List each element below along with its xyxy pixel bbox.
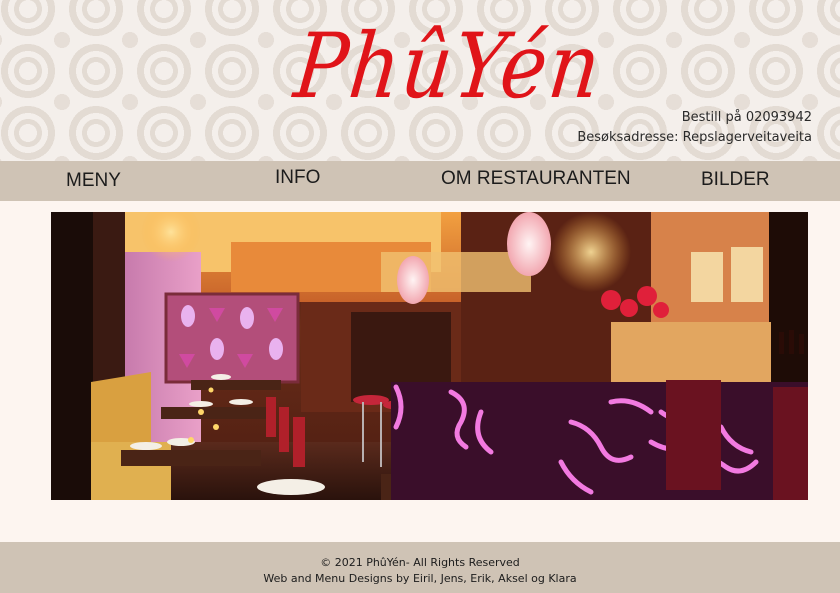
phone-line: Bestill på 02093942 xyxy=(681,110,812,125)
address-line: Besøksadresse: Repslagerveitaveita xyxy=(577,130,812,145)
nav-item-info[interactable]: INFO xyxy=(275,167,320,189)
site-header: PhûYén Bestill på 02093942 Besøksadresse… xyxy=(0,0,840,161)
main-nav: MENY INFO OM RESTAURANTEN BILDER xyxy=(0,161,840,201)
site-logo[interactable]: PhûYén xyxy=(290,15,607,119)
contact-info: Bestill på 02093942 Besøksadresse: Repsl… xyxy=(577,108,812,148)
copyright-text: © 2021 PhûYén- All Rights Reserved xyxy=(320,556,520,569)
nav-item-om-restauranten[interactable]: OM RESTAURANTEN xyxy=(441,168,631,190)
site-footer: © 2021 PhûYén- All Rights Reserved Web a… xyxy=(0,542,840,593)
nav-item-meny[interactable]: MENY xyxy=(66,170,121,192)
nav-item-bilder[interactable]: BILDER xyxy=(701,169,770,191)
restaurant-photo xyxy=(51,212,808,500)
credits-text: Web and Menu Designs by Eiril, Jens, Eri… xyxy=(263,572,577,585)
restaurant-interior-illustration xyxy=(51,212,808,500)
